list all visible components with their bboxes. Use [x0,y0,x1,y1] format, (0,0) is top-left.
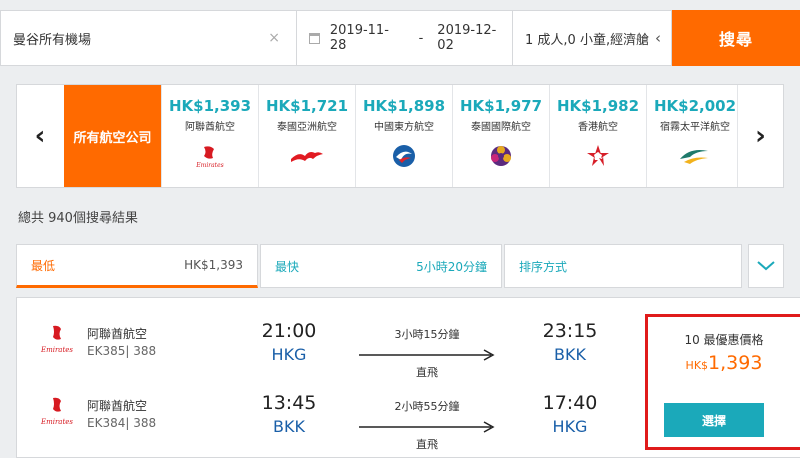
tab-cheapest-label: 最低 [31,258,56,273]
emirates-logo-icon: Emirates [39,396,75,428]
depart-date: 2019-11-28 [329,23,389,53]
airline-name: 泰國亞洲航空 [277,122,337,133]
date-range-field[interactable]: 2019-11-28 - 2019-12-02 [296,10,513,66]
chevron-down-icon[interactable] [748,244,784,288]
airline-price: HK$1,393 [168,97,252,115]
destination-input[interactable]: 曼谷所有機場 × [0,10,297,66]
sort-order-dropdown[interactable]: 排序方式 [504,244,742,288]
arrival-time: 17:40 [542,392,598,414]
select-button[interactable]: 選擇 [664,403,764,437]
arrival-time: 23:15 [542,320,598,342]
return-date: 2019-12-02 [437,23,497,53]
airline-carousel: ‹ 所有航空公司 HK$1,393 阿聯酋航空 Emirates HK$1,72… [16,84,784,188]
flight-number: EK385| 388 [87,344,157,358]
tab-fastest-label: 最快 [275,259,300,274]
airline-price: HK$1,721 [265,97,349,115]
airline-card-airasia[interactable]: HK$1,721 泰國亞洲航空 [258,85,355,187]
airline-name: 泰國國際航空 [471,122,531,133]
tab-fastest-value: 5小時20分鐘 [416,259,487,274]
arrow-right-icon [357,346,497,361]
hong-kong-airlines-logo-icon [578,143,618,169]
airline-card-china-eastern[interactable]: HK$1,898 中國東方航空 [355,85,452,187]
passenger-cabin-value: 1 成人,0 小童,經濟艙 [525,32,650,48]
search-button[interactable]: 搜尋 [672,10,800,66]
carousel-prev-icon[interactable]: ‹ [17,85,63,187]
arrow-right-icon [357,418,497,433]
chevron-left-icon: ‹ [655,29,661,47]
airline-price: HK$2,002 [653,97,737,115]
airline-name: 阿聯酋航空 [87,399,148,413]
deal-title: 10 最優惠價格 [684,333,764,347]
carousel-next-icon[interactable]: › [737,85,783,187]
best-deal-panel: 10 最優惠價格 HK$1,393 選擇 [645,314,800,450]
sort-order-label: 排序方式 [519,259,568,274]
airline-card-cebu-pacific[interactable]: HK$2,002 宿霧太平洋航空 [646,85,743,187]
thai-airways-logo-icon [481,143,521,169]
flight-duration: 2小時55分鐘 [394,400,460,413]
svg-text:Emirates: Emirates [40,346,73,354]
outbound-leg: Emirates 阿聯酋航空 EK385| 388 21:00 HKG 3小時1… [17,312,637,382]
emirates-logo-icon: Emirates [39,324,75,356]
cebu-pacific-logo-icon [675,143,715,169]
svg-text:Emirates: Emirates [40,418,73,426]
date-separator: - [418,30,424,46]
airasia-logo-icon [287,143,327,169]
clear-icon[interactable]: × [268,30,280,46]
airline-name: 阿聯酋航空 [87,327,148,341]
airline-name: 香港航空 [578,122,618,133]
china-eastern-logo-icon [384,143,424,169]
svg-text:Emirates: Emirates [195,162,223,168]
departure-time: 21:00 [261,320,317,342]
destination-value: 曼谷所有機場 [13,32,92,48]
arrival-airport: BKK [554,345,586,364]
airline-price: HK$1,982 [556,97,640,115]
tab-cheapest-value: HK$1,393 [184,258,243,272]
all-airlines-tab[interactable]: 所有航空公司 [64,85,161,187]
emirates-logo-icon: Emirates [190,143,230,169]
airline-card-emirates[interactable]: HK$1,393 阿聯酋航空 Emirates [161,85,258,187]
tab-fastest[interactable]: 最快 5小時20分鐘 [260,244,502,288]
flight-number: EK384| 388 [87,416,157,430]
search-bar: 曼谷所有機場 × 2019-11-28 - 2019-12-02 1 成人,0 … [0,10,800,66]
departure-airport: BKK [273,417,305,436]
stops-label: 直飛 [416,366,438,379]
airline-price: HK$1,977 [459,97,543,115]
airline-name: 中國東方航空 [374,122,434,133]
tab-cheapest[interactable]: 最低 HK$1,393 [16,244,258,288]
airline-name: 阿聯酋航空 [185,122,235,133]
flight-result-card[interactable]: Emirates 阿聯酋航空 EK385| 388 21:00 HKG 3小時1… [16,297,800,458]
airline-name: 宿霧太平洋航空 [660,122,730,133]
airline-price: HK$1,898 [362,97,446,115]
deal-amount: 1,393 [708,352,763,374]
airline-card-hong-kong-airlines[interactable]: HK$1,982 香港航空 [549,85,646,187]
calendar-icon [309,32,320,44]
passenger-cabin-selector[interactable]: 1 成人,0 小童,經濟艙 ‹ [512,10,672,66]
arrival-airport: HKG [552,417,588,436]
stops-label: 直飛 [416,438,438,451]
departure-airport: HKG [271,345,307,364]
airline-card-thai-airways[interactable]: HK$1,977 泰國國際航空 [452,85,549,187]
flight-duration: 3小時15分鐘 [394,328,460,341]
return-leg: Emirates 阿聯酋航空 EK384| 388 13:45 BKK 2小時5… [17,384,637,454]
deal-currency: HK$ [685,359,709,372]
departure-time: 13:45 [261,392,317,414]
results-count: 總共 940個搜尋結果 [18,211,138,226]
deal-price: HK$1,393 [648,352,800,374]
